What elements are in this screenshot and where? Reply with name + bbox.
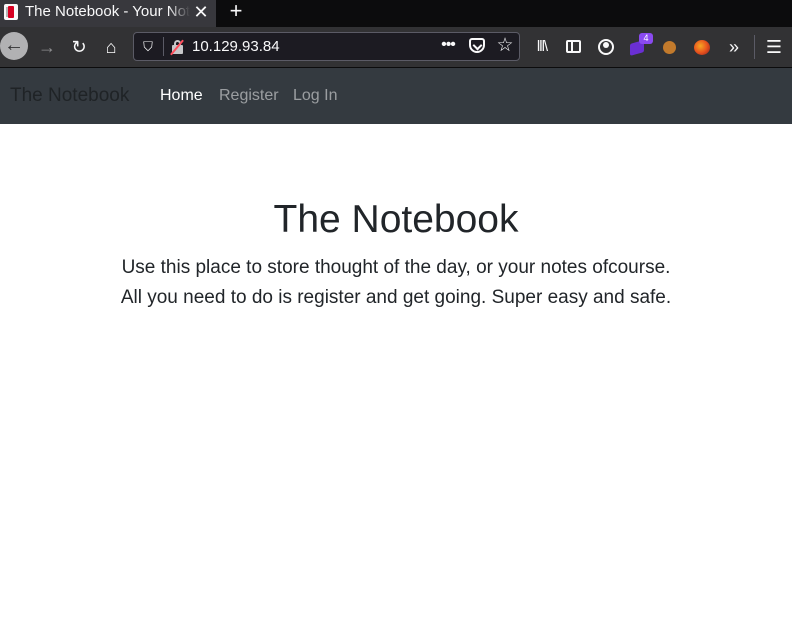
browser-tab-strip: The Notebook - Your Notes ✕ + (0, 0, 792, 27)
new-tab-button[interactable]: + (225, 0, 247, 24)
reload-button[interactable]: ↻ (66, 34, 92, 60)
tracking-shield-icon[interactable]: ⛉ (141, 39, 155, 55)
address-bar[interactable]: ⛉ 10.129.93.84 ••• ☆ (133, 32, 520, 61)
hero-lead-line-2: All you need to do is register and get g… (120, 287, 672, 308)
home-button[interactable]: ⌂ (98, 34, 124, 60)
site-navbar: The Notebook Home Register Log In (0, 68, 792, 124)
tab-title: The Notebook - Your Notes (25, 2, 190, 22)
insecure-lock-icon[interactable] (170, 39, 185, 56)
foxyproxy-extension-icon[interactable] (689, 34, 715, 60)
nav-link-home[interactable]: Home (160, 86, 203, 106)
url-text[interactable]: 10.129.93.84 (192, 38, 280, 56)
library-icon[interactable]: lll\ (529, 34, 555, 60)
hamburger-menu-icon[interactable]: ☰ (761, 34, 787, 60)
toolbar-divider (754, 35, 755, 59)
page-actions-icon[interactable]: ••• (436, 36, 460, 56)
hero-lead-line-1: Use this place to store thought of the d… (121, 257, 671, 278)
close-tab-icon[interactable]: ✕ (192, 3, 210, 21)
notebook-favicon-icon (4, 4, 18, 20)
forward-button[interactable]: → (34, 34, 60, 60)
nav-link-register[interactable]: Register (219, 86, 279, 106)
browser-toolbar: ← → ↻ ⌂ ⛉ 10.129.93.84 ••• ☆ lll\ » ☰ (0, 27, 792, 68)
bookmark-star-icon[interactable]: ☆ (495, 35, 515, 57)
sidebar-toggle-icon[interactable] (561, 34, 587, 60)
site-brand[interactable]: The Notebook (10, 84, 129, 108)
account-icon[interactable] (593, 34, 619, 60)
pocket-icon[interactable] (469, 38, 485, 53)
page-title: The Notebook (273, 198, 519, 241)
overflow-chevron-icon[interactable]: » (721, 34, 747, 60)
extension-badge: 4 (639, 33, 653, 44)
browser-tab-active[interactable]: The Notebook - Your Notes ✕ (0, 0, 216, 27)
hero-lead: Use this place to store thought of the d… (0, 253, 792, 313)
nav-link-login[interactable]: Log In (293, 86, 337, 106)
back-button[interactable]: ← (0, 32, 28, 60)
urlbar-divider (163, 37, 164, 56)
cookie-extension-icon[interactable] (657, 34, 683, 60)
